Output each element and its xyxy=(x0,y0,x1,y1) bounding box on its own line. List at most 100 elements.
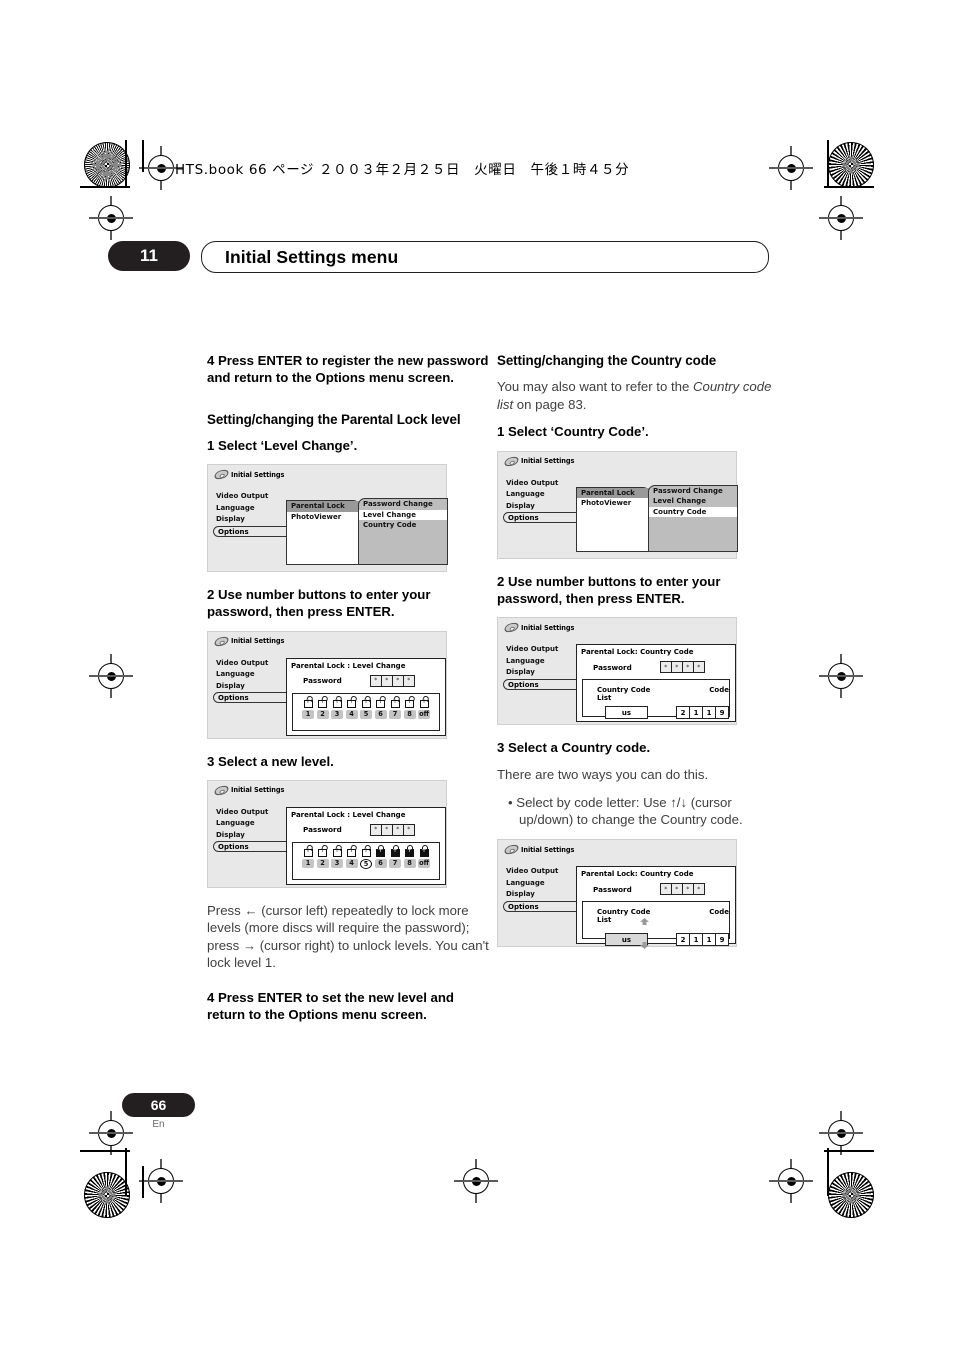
left-column: 4 Press ENTER to register the new passwo… xyxy=(207,352,490,1034)
osd-options-panel: Password Change Level Change Country Cod… xyxy=(648,484,738,552)
padlock-open-icon xyxy=(347,847,356,857)
lock-level-cell: 2 xyxy=(316,698,329,720)
code-digit: 1 xyxy=(690,707,703,719)
lock-level-cell: 4 xyxy=(345,698,358,720)
lock-level-cell: 5 xyxy=(360,698,372,720)
step-1-select-level-change: 1 Select ‘Level Change’. xyxy=(207,437,358,453)
country-value-box: us xyxy=(605,933,648,947)
lock-level-number: 1 xyxy=(302,710,314,720)
code-digit-boxes: 2 1 1 9 xyxy=(676,706,729,720)
password-char: * xyxy=(403,824,414,835)
lock-level-number: 8 xyxy=(403,859,416,869)
registration-mark-left-upper xyxy=(89,196,133,240)
crop-mark-tl-v xyxy=(125,140,127,188)
osd-menu-language: Language xyxy=(506,490,545,499)
osd-password-label: Password xyxy=(303,676,342,686)
padlock-closed-icon xyxy=(390,845,400,857)
password-char: * xyxy=(682,884,694,895)
password-char: * xyxy=(381,675,393,686)
osd-panel-title: Parental Lock: Country Code xyxy=(581,648,694,657)
password-char: * xyxy=(671,884,683,895)
print-header-line: HTS.book 66 ページ ２００３年２月２５日 火曜日 午後１時４５分 xyxy=(175,162,630,178)
osd-menu-video-output: Video Output xyxy=(216,807,269,816)
registration-mark-bottom-center xyxy=(454,1159,498,1203)
osd-menu-video-output: Video Output xyxy=(506,867,559,876)
disc-icon xyxy=(213,469,230,480)
osd-level-change-panel: Parental Lock : Level Change Password * … xyxy=(286,806,446,885)
osd-level-selector: 1 2 3 4 5 6 7 8 off xyxy=(292,692,440,731)
code-label: Code xyxy=(709,908,729,917)
osd-diagram-country-code-cursor: Initial Settings Video Output Language D… xyxy=(497,839,737,947)
lock-level-cell: 1 xyxy=(302,847,314,870)
password-char: * xyxy=(370,675,382,686)
lock-level-number: 1 xyxy=(302,859,314,869)
lock-level-number: off xyxy=(418,710,430,720)
registration-rosette-top-left xyxy=(84,142,130,188)
registration-rosette-bottom-right xyxy=(828,1172,874,1218)
osd-menu-display: Display xyxy=(506,890,535,899)
country-code-list-label: Country Code List xyxy=(597,908,651,925)
osd-diagram-level-change-level5: Initial Settings Video Output Language D… xyxy=(207,779,447,888)
osd-country-headers: Country Code List Code xyxy=(583,908,729,924)
osd-menu-video-output: Video Output xyxy=(216,492,269,500)
code-digit: 9 xyxy=(716,934,728,946)
osd-title-text: Initial Settings xyxy=(231,637,285,646)
lock-level-number: 7 xyxy=(389,710,401,720)
lock-level-cell: 6 xyxy=(374,698,387,720)
osd-left-menu: Video Output Language Display xyxy=(506,866,558,901)
disc-icon xyxy=(503,844,520,855)
padlock-open-icon xyxy=(318,698,327,708)
osd-title: Initial Settings xyxy=(503,844,574,855)
lock-level-cell: 7 xyxy=(389,698,401,720)
osd-menu-language: Language xyxy=(216,503,255,512)
osd-password-boxes: * * * * xyxy=(659,883,705,896)
crop-mark-br-h xyxy=(824,1150,874,1152)
page-language-code: En xyxy=(152,1119,165,1130)
crop-mark-bl-h xyxy=(80,1150,130,1152)
osd-title: Initial Settings xyxy=(503,622,574,633)
osd-title-text: Initial Settings xyxy=(231,786,285,795)
osd-level-change-panel: Parental Lock : Level Change Password * … xyxy=(286,657,446,736)
osd-title: Initial Settings xyxy=(213,784,285,796)
lock-level-number: 6 xyxy=(374,859,387,869)
disc-icon xyxy=(213,635,230,647)
osd-title: Initial Settings xyxy=(503,455,574,467)
padlock-open-icon xyxy=(390,698,400,708)
osd-menu-display: Display xyxy=(216,831,245,840)
disc-icon xyxy=(213,784,230,796)
password-char: * xyxy=(660,884,672,895)
padlock-open-icon xyxy=(347,698,356,708)
osd-left-menu: Video Output Language Display xyxy=(506,478,558,513)
osd-left-menu: Video Output Language Display xyxy=(216,807,268,842)
intro-text-a: You may also want to refer to the xyxy=(497,379,693,395)
osd-country-code-panel: Parental Lock: Country Code Password * *… xyxy=(576,644,736,723)
osd-item-password-change: Password Change xyxy=(363,500,433,509)
lock-level-cell: 6 xyxy=(374,845,387,870)
registration-mark-top-right xyxy=(769,146,813,190)
osd-options-label: Options xyxy=(508,680,539,689)
osd-options-panel: Password Change Level Change Country Cod… xyxy=(358,498,448,565)
lock-level-cell: 3 xyxy=(331,847,343,870)
step-2-enter-password: 2 Use number buttons to enter your passw… xyxy=(497,573,721,606)
osd-item-parental-lock: Parental Lock xyxy=(287,501,359,512)
lock-level-cell: 4 xyxy=(345,847,358,870)
osd-country-row: us 2 1 1 9 xyxy=(583,706,729,720)
lock-level-cell: 5 xyxy=(360,847,372,870)
note-cursor-lock-levels: Press ← (cursor left) repeatedly to lock… xyxy=(207,902,489,971)
osd-menu-language: Language xyxy=(506,656,545,665)
osd-country-selector: Country Code List Code us 2 1 1 9 xyxy=(582,679,730,720)
lock-level-number: 2 xyxy=(316,710,329,720)
registration-mark-right-middle xyxy=(819,654,863,698)
osd-menu-display: Display xyxy=(216,515,245,524)
osd-menu-language: Language xyxy=(506,878,545,887)
registration-mark-bottom-left xyxy=(139,1159,183,1203)
padlock-open-icon xyxy=(405,698,414,708)
padlock-open-icon xyxy=(332,698,342,708)
osd-menu-display: Display xyxy=(506,501,535,510)
osd-left-menu: Video Output Language Display xyxy=(216,658,268,693)
osd-panel-title: Parental Lock : Level Change xyxy=(291,661,406,670)
lock-level-number: off xyxy=(418,859,430,869)
osd-left-menu: Video Output Language Display xyxy=(506,644,558,679)
password-char: * xyxy=(370,824,382,835)
